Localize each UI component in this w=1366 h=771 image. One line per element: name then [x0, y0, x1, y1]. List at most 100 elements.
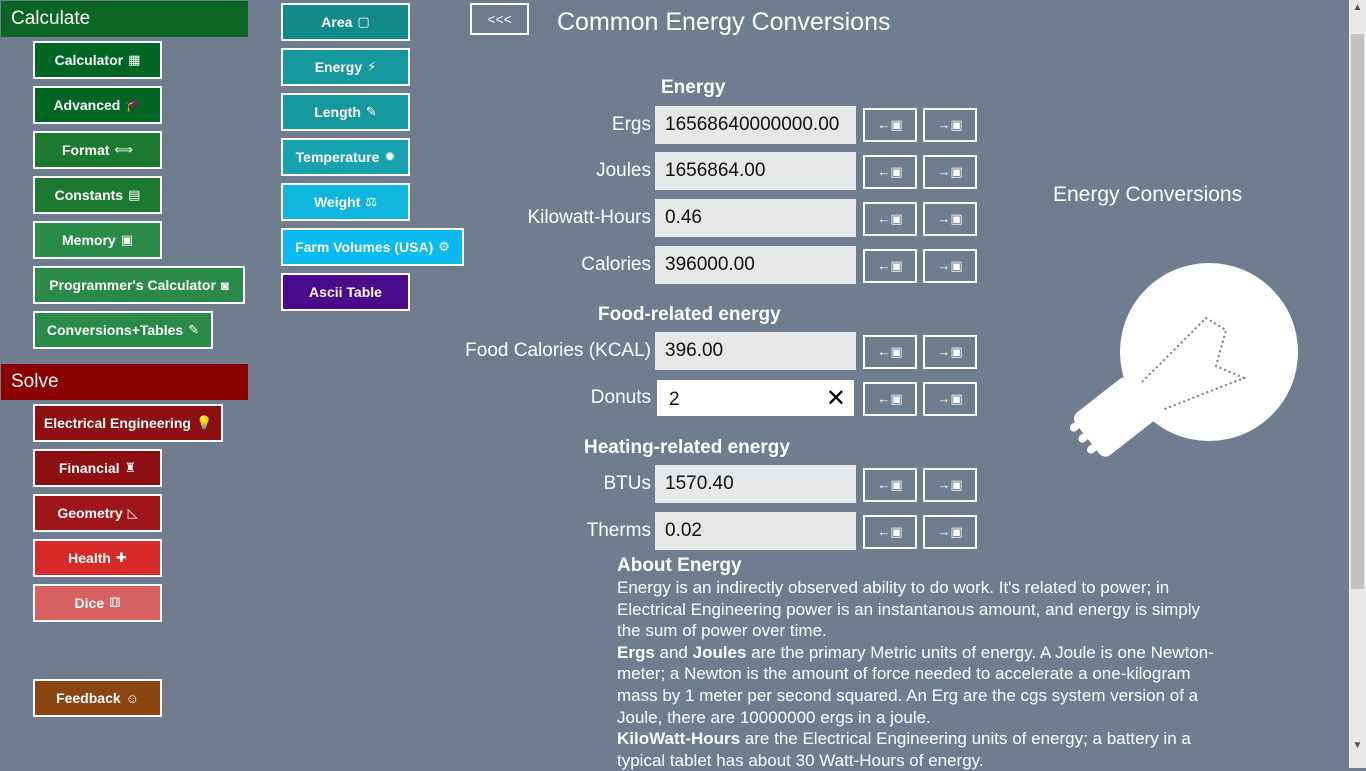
nav-constants-button[interactable]: Constants ▤: [33, 176, 162, 214]
conv-farm-volumes-label: Farm Volumes (USA): [295, 239, 434, 255]
conv-energy-button[interactable]: Energy ⚡: [281, 48, 410, 86]
joules-copy-to-button[interactable]: →▣: [923, 155, 977, 189]
conv-ascii-table-button[interactable]: Ascii Table: [281, 273, 410, 311]
therms-label: Therms: [586, 520, 651, 541]
about-kilowatt-hours-term: KiloWatt-Hours: [617, 729, 741, 749]
nav-conversions-tables-label: Conversions+Tables: [46, 322, 184, 338]
calories-label: Calories: [581, 254, 651, 275]
lightbulb-icon: [1070, 263, 1298, 457]
nav-dice-label: Dice: [74, 595, 105, 611]
kilowatt-hours-copy-from-button[interactable]: ←▣: [863, 202, 917, 236]
about-paragraph-1: Energy is an indirectly observed ability…: [617, 578, 1201, 641]
dice-icon: ⚅: [109, 595, 121, 610]
joules-label: Joules: [596, 160, 651, 181]
donuts-value: 2: [669, 389, 680, 410]
lightning-icon: ⚡: [367, 59, 377, 74]
btus-field[interactable]: 1570.40: [655, 465, 856, 503]
nav-advanced-button[interactable]: Advanced 🎓: [33, 86, 162, 124]
food-calories-copy-to-button[interactable]: →▣: [923, 335, 977, 369]
nav-health-button[interactable]: Health ✚: [33, 539, 162, 577]
conv-area-button[interactable]: Area ▢: [281, 3, 410, 41]
square-icon: ▢: [357, 14, 370, 29]
donuts-field[interactable]: 2 ✕: [657, 380, 854, 416]
nav-memory-button[interactable]: Memory ▣: [33, 221, 162, 259]
scroll-down-icon[interactable]: ▼: [1349, 740, 1366, 751]
calories-copy-to-button[interactable]: →▣: [923, 249, 977, 283]
ergs-copy-to-button[interactable]: →▣: [923, 108, 977, 142]
therms-copy-from-button[interactable]: ←▣: [863, 515, 917, 549]
nav-geometry-label: Geometry: [57, 505, 123, 521]
ergs-label: Ergs: [611, 114, 651, 135]
nav-financial-button[interactable]: Financial ♜: [33, 449, 162, 487]
btus-label: BTUs: [603, 473, 652, 494]
triangle-ruler-icon: ◺: [127, 505, 138, 520]
nav-financial-label: Financial: [58, 460, 120, 476]
nav-electrical-engineering-button[interactable]: Electrical Engineering 💡: [33, 404, 223, 442]
nav-dice-button[interactable]: Dice ⚅: [33, 584, 162, 622]
about-ergs-term: Ergs: [617, 642, 655, 662]
about-joules-term: Joules: [692, 642, 747, 662]
double-arrow-icon: ⟺: [114, 142, 134, 157]
graduation-cap-icon: 🎓: [125, 97, 142, 112]
section-energy-heading: Energy: [661, 77, 726, 98]
nav-advanced-label: Advanced: [53, 97, 121, 113]
section-heating-heading: Heating-related energy: [584, 437, 790, 458]
food-calories-label: Food Calories (KCAL): [465, 340, 651, 361]
section-food-heading: Food-related energy: [598, 304, 781, 325]
about-p2-text-1: and: [654, 642, 693, 662]
therms-copy-to-button[interactable]: →▣: [923, 515, 977, 549]
nav-programmers-calculator-label: Programmer's Calculator: [49, 277, 216, 293]
nav-programmers-calculator-button[interactable]: Programmer's Calculator ◙: [33, 266, 245, 304]
memory-icon: ▣: [120, 232, 133, 247]
page-title: Common Energy Conversions: [557, 8, 891, 36]
ergs-field[interactable]: 16568640000000.00: [655, 106, 856, 144]
donuts-copy-from-button[interactable]: ←▣: [863, 382, 917, 416]
back-button[interactable]: <<<: [470, 3, 529, 35]
joules-copy-from-button[interactable]: ←▣: [863, 155, 917, 189]
nav-geometry-button[interactable]: Geometry ◺: [33, 494, 162, 532]
nav-calculator-button[interactable]: Calculator ▦: [33, 41, 162, 79]
table-icon: ▤: [128, 187, 141, 202]
about-section: About Energy Energy is an indirectly obs…: [617, 555, 1217, 771]
conv-energy-label: Energy: [314, 59, 363, 75]
kilowatt-hours-label: Kilowatt-Hours: [527, 207, 651, 228]
scrollbar-thumb[interactable]: [1351, 34, 1364, 589]
nav-feedback-button[interactable]: Feedback ☺: [33, 679, 162, 717]
nav-format-button[interactable]: Format ⟺: [33, 131, 162, 169]
food-calories-copy-from-button[interactable]: ←▣: [863, 335, 917, 369]
vertical-scrollbar[interactable]: ▲ ▼: [1349, 0, 1366, 768]
scroll-up-icon[interactable]: ▲: [1349, 2, 1366, 13]
btus-copy-to-button[interactable]: →▣: [923, 468, 977, 502]
donuts-copy-to-button[interactable]: →▣: [923, 382, 977, 416]
nav-electrical-engineering-label: Electrical Engineering: [43, 415, 191, 431]
nav-constants-label: Constants: [54, 187, 124, 203]
kilowatt-hours-field[interactable]: 0.46: [655, 199, 856, 237]
panel-title: Energy Conversions: [1053, 183, 1243, 206]
conv-area-label: Area: [321, 14, 353, 30]
feedback-icon: ☺: [125, 690, 139, 706]
nav-feedback-label: Feedback: [56, 690, 121, 706]
calories-copy-from-button[interactable]: ←▣: [863, 249, 917, 283]
nav-health-label: Health: [68, 550, 111, 566]
lightbulb-icon: 💡: [195, 415, 213, 430]
therms-field[interactable]: 0.02: [655, 512, 856, 550]
power-icon: ◙: [220, 277, 229, 293]
clear-icon[interactable]: ✕: [826, 386, 846, 412]
pencil-icon: ✎: [188, 322, 200, 337]
ergs-copy-from-button[interactable]: ←▣: [863, 108, 917, 142]
kilowatt-hours-copy-to-button[interactable]: →▣: [923, 202, 977, 236]
nav-conversions-tables-button[interactable]: Conversions+Tables ✎: [33, 311, 213, 349]
nav-calculator-label: Calculator: [54, 52, 124, 68]
nav-memory-label: Memory: [62, 232, 116, 248]
about-paragraph-2: Ergs and Joules are the primary Metric u…: [617, 642, 1217, 728]
tractor-icon: ⚙: [438, 239, 450, 254]
solve-header: Solve: [1, 364, 248, 400]
donuts-label: Donuts: [590, 387, 651, 408]
calculator-icon: ▦: [128, 52, 141, 67]
money-bag-icon: ♜: [124, 460, 137, 475]
nav-format-label: Format: [61, 142, 110, 158]
btus-copy-from-button[interactable]: ←▣: [863, 468, 917, 502]
food-calories-field[interactable]: 396.00: [655, 332, 856, 370]
joules-field[interactable]: 1656864.00: [655, 152, 856, 190]
calories-field[interactable]: 396000.00: [655, 246, 856, 284]
